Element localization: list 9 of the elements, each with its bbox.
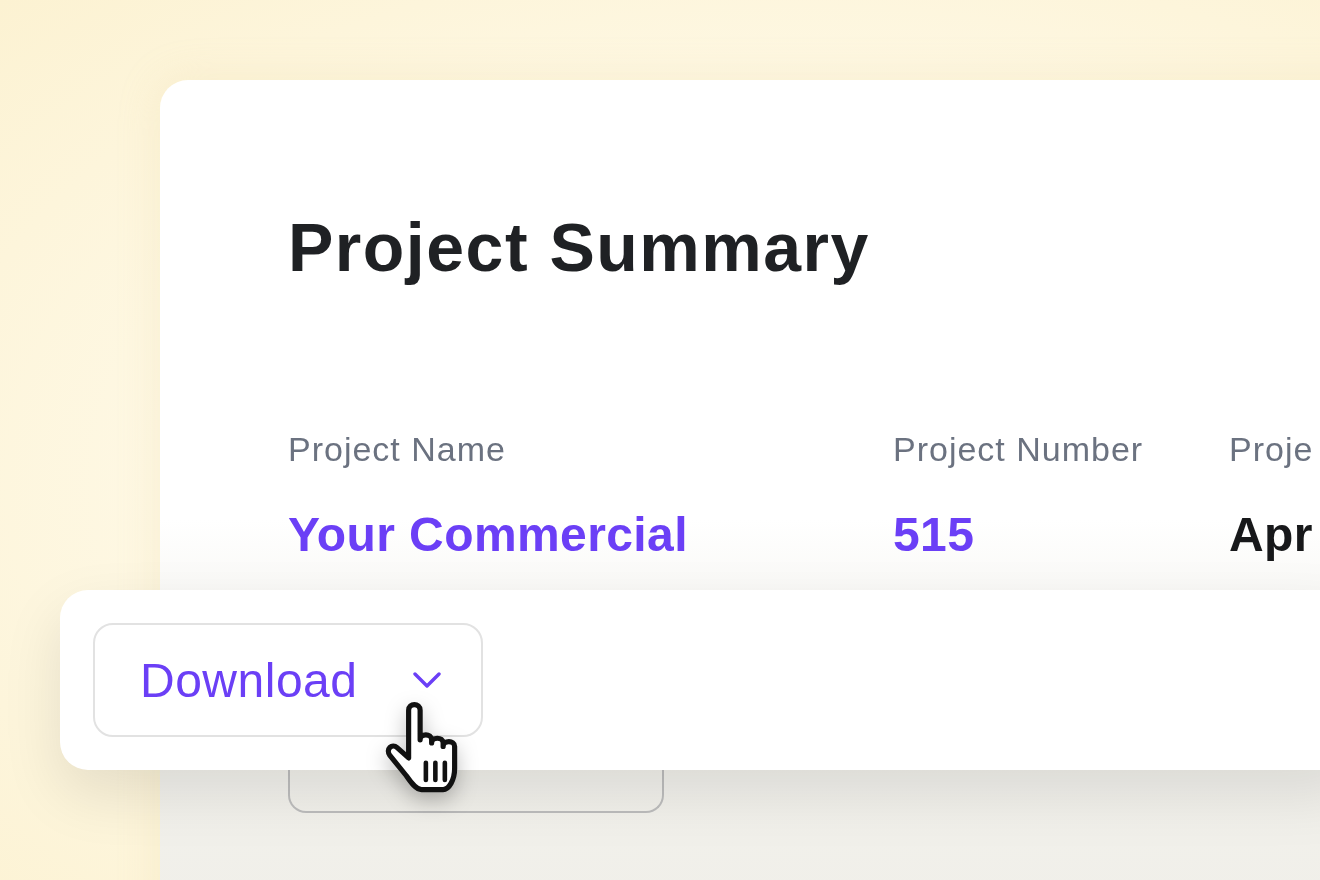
field-label: Project Name [288,430,506,470]
field-value: Apr [1229,507,1313,563]
field-label: Proje [1229,430,1314,470]
field-value: Your Commercial [288,507,688,563]
field-label: Project Number [893,430,1144,470]
summary-title: Project Summary [288,208,870,287]
field-value: 515 [893,507,975,563]
download-button[interactable]: Download [93,623,483,737]
chevron-down-icon [413,671,442,689]
